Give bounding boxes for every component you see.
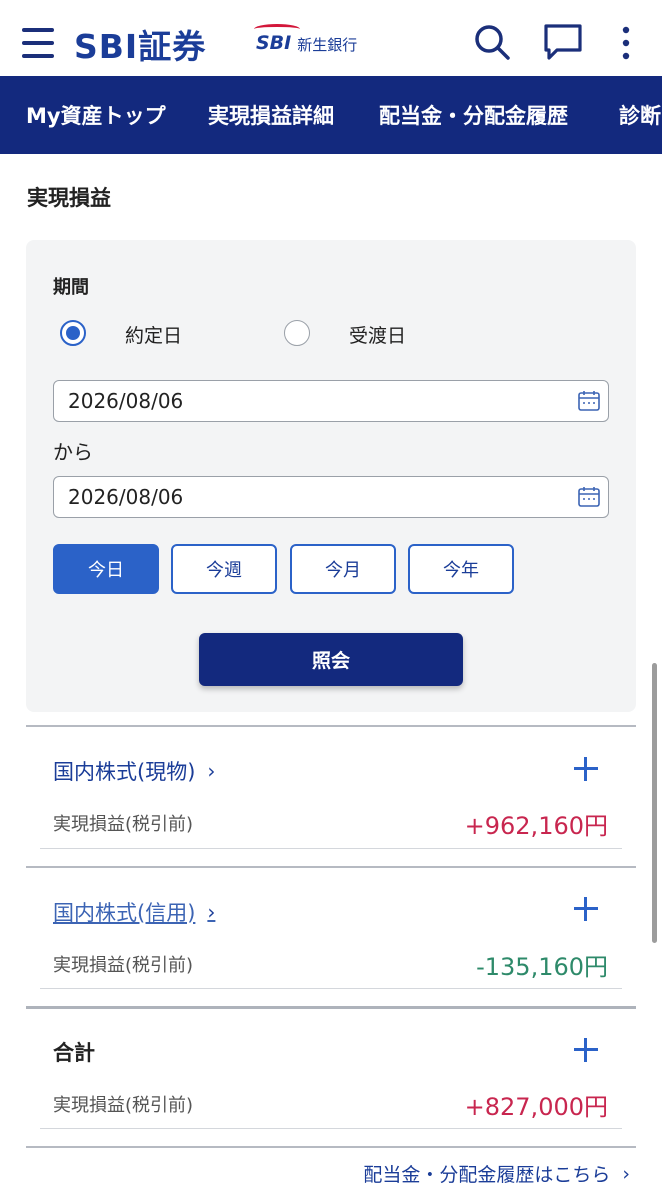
plus-icon[interactable] [572, 895, 600, 923]
divider [26, 1146, 636, 1148]
brand-logo[interactable]: SBI証券 [74, 20, 206, 68]
start-date-input[interactable]: 2026/08/06 [53, 380, 609, 422]
total-title: 合計 [53, 1041, 95, 1065]
more-icon[interactable] [606, 22, 646, 62]
divider [40, 988, 622, 989]
divider [40, 848, 622, 849]
chevron-right-icon: › [207, 759, 216, 783]
bank-logo-mark: SBI [254, 24, 300, 54]
quick-this-year-button[interactable]: 今年 [408, 544, 514, 594]
dividend-history-link[interactable]: 配当金・分配金履歴はこちら › [363, 1160, 630, 1187]
quick-this-week-button[interactable]: 今週 [171, 544, 277, 594]
radio-settlement-date-label[interactable]: 受渡日 [349, 321, 406, 348]
nav-item-diagnosis[interactable]: 診断 [619, 100, 661, 130]
nav-item-dividends[interactable]: 配当金・分配金履歴 [379, 100, 568, 130]
quick-today-button[interactable]: 今日 [53, 544, 159, 594]
scrollbar[interactable] [652, 663, 657, 943]
nav-item-my-assets[interactable]: My資産トップ [26, 100, 166, 130]
page-title: 実現損益 [27, 186, 111, 210]
end-date-value: 2026/08/06 [68, 485, 184, 509]
dividend-history-link-text: 配当金・分配金履歴はこちら [363, 1164, 611, 1186]
pl-label: 実現損益(税引前) [53, 814, 194, 835]
chevron-right-icon: › [207, 900, 216, 924]
category-domestic-margin[interactable]: 国内株式(信用) › [53, 897, 215, 927]
category-title: 国内株式(現物) [53, 760, 196, 784]
pl-label: 実現損益(税引前) [53, 955, 194, 976]
search-icon[interactable] [472, 22, 512, 62]
radio-trade-date-label[interactable]: 約定日 [125, 321, 182, 348]
radio-settlement-date[interactable] [284, 320, 310, 346]
divider [26, 725, 636, 727]
pl-value: +827,000円 [464, 1093, 608, 1121]
pl-value: +962,160円 [464, 812, 608, 840]
bank-logo-text: 新生銀行 [297, 35, 358, 54]
divider [40, 1128, 622, 1129]
nav-bar: My資産トップ 実現損益詳細 配当金・分配金履歴 診断 [0, 76, 662, 154]
filter-panel: 期間 約定日 受渡日 2026/08/06 から 2026/08/06 今日 今… [26, 240, 636, 712]
category-title: 国内株式(信用) [53, 901, 196, 925]
bank-logo[interactable]: SBI 新生銀行 [254, 24, 358, 56]
divider [26, 1006, 636, 1009]
plus-icon[interactable] [572, 755, 600, 783]
category-domestic-cash[interactable]: 国内株式(現物) › [53, 756, 215, 786]
nav-item-realized-pl[interactable]: 実現損益詳細 [208, 100, 334, 130]
calendar-icon[interactable] [578, 487, 600, 507]
plus-icon[interactable] [572, 1036, 600, 1064]
chevron-right-icon: › [622, 1162, 630, 1185]
calendar-icon[interactable] [578, 391, 600, 411]
period-label: 期間 [53, 277, 89, 298]
app-header: SBI証券 SBI 新生銀行 [0, 0, 662, 76]
submit-query-button[interactable]: 照会 [199, 633, 463, 686]
from-label: から [53, 440, 93, 464]
radio-trade-date[interactable] [60, 320, 86, 346]
start-date-value: 2026/08/06 [68, 389, 184, 413]
menu-icon[interactable] [22, 28, 54, 58]
divider [26, 866, 636, 868]
quick-this-month-button[interactable]: 今月 [290, 544, 396, 594]
end-date-input[interactable]: 2026/08/06 [53, 476, 609, 518]
pl-value: -135,160円 [476, 953, 608, 981]
chat-icon[interactable] [543, 22, 583, 62]
pl-label: 実現損益(税引前) [53, 1095, 194, 1116]
